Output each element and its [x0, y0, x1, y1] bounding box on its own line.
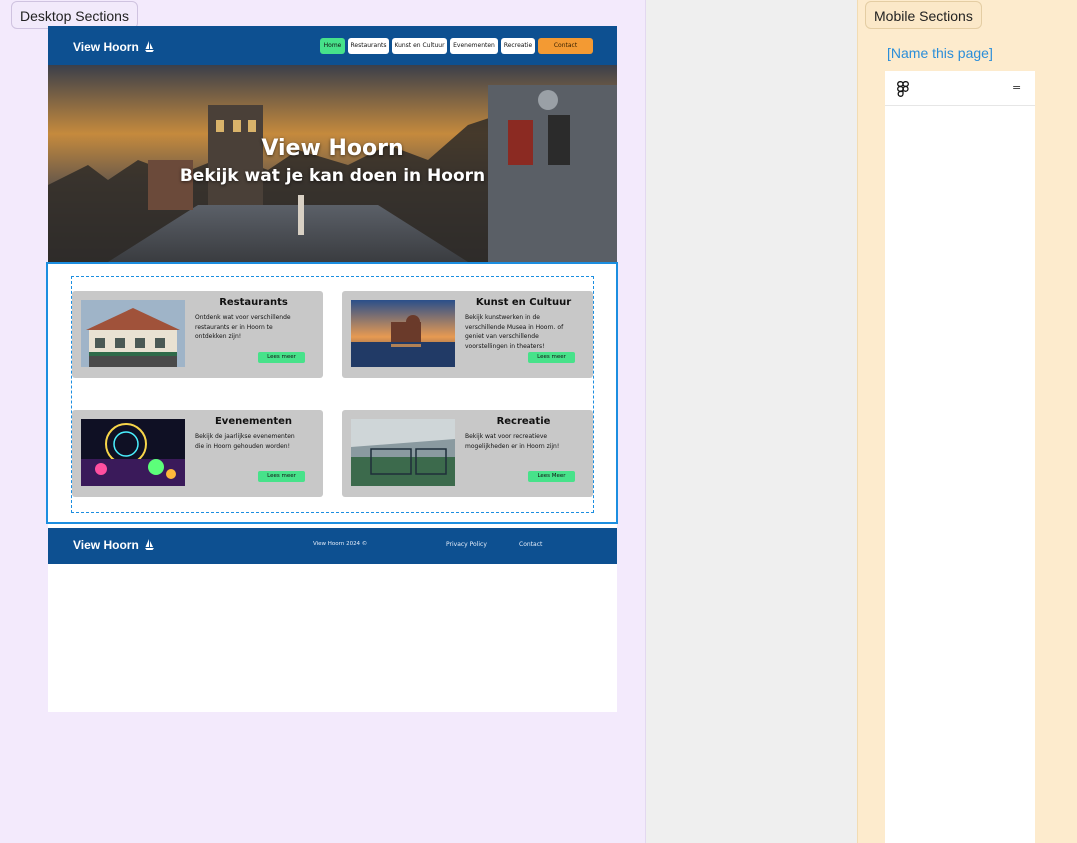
card-title-restaurants: Restaurants — [219, 297, 288, 308]
lees-meer-button-recreatie[interactable]: Lees Meer — [528, 471, 575, 482]
card-text-evenementen: Bekijk de jaarlijkse evenementen die in … — [195, 433, 295, 450]
nav-home[interactable]: Home — [320, 38, 345, 54]
figma-icon — [897, 81, 909, 101]
nav-kunst-en-cultuur[interactable]: Kunst en Cultuur — [392, 38, 447, 54]
mobile-page-name[interactable]: [Name this page] — [887, 45, 993, 61]
card-title-kunst-en-cultuur: Kunst en Cultuur — [475, 297, 572, 308]
desktop-section-label[interactable]: Desktop Sections — [11, 1, 138, 29]
site-logo-text: View Hoorn — [73, 40, 139, 54]
footer-contact-link[interactable]: Contact — [519, 541, 542, 548]
mobile-section-label[interactable]: Mobile Sections — [865, 1, 982, 29]
card-title-recreatie: Recreatie — [496, 416, 551, 427]
hamburger-menu-icon[interactable]: = — [1012, 81, 1021, 94]
card-image-evenementen — [81, 419, 185, 486]
nav-contact-button[interactable]: Contact — [538, 38, 593, 54]
card-text-recreatie: Bekijk wat voor recreatieve mogelijkhede… — [465, 433, 560, 450]
card-image-kunst-en-cultuur — [351, 300, 455, 367]
lees-meer-button-evenementen[interactable]: Lees meer — [258, 471, 305, 482]
hero-title: View Hoorn — [261, 136, 404, 161]
footer-logo-text: View Hoorn — [73, 538, 139, 552]
site-logo[interactable]: View Hoorn — [73, 40, 155, 55]
footer-logo[interactable]: View Hoorn — [73, 538, 155, 553]
footer-copyright: View Hoorn 2024 © — [313, 541, 368, 547]
mobile-frame — [885, 71, 1035, 843]
footer-privacy-link[interactable]: Privacy Policy — [446, 541, 487, 548]
nav-recreatie[interactable]: Recreatie — [501, 38, 535, 54]
card-title-evenementen: Evenementen — [214, 416, 293, 427]
card-image-restaurants — [81, 300, 185, 367]
card-text-kunst-en-cultuur: Bekijk kunstwerken in de verschillende M… — [465, 314, 564, 350]
nav-restaurants[interactable]: Restaurants — [348, 38, 389, 54]
lees-meer-button-kunst-en-cultuur[interactable]: Lees meer — [528, 352, 575, 363]
hero-image — [48, 65, 617, 262]
card-text-restaurants: Ontdenk wat voor verschillende restauran… — [195, 314, 291, 341]
sailboat-icon — [145, 41, 155, 55]
sailboat-icon — [145, 539, 155, 553]
lees-meer-button-restaurants[interactable]: Lees meer — [258, 352, 305, 363]
hero-subtitle: Bekijk wat je kan doen in Hoorn — [179, 166, 486, 186]
nav-evenementen[interactable]: Evenementen — [450, 38, 498, 54]
card-image-recreatie — [351, 419, 455, 486]
